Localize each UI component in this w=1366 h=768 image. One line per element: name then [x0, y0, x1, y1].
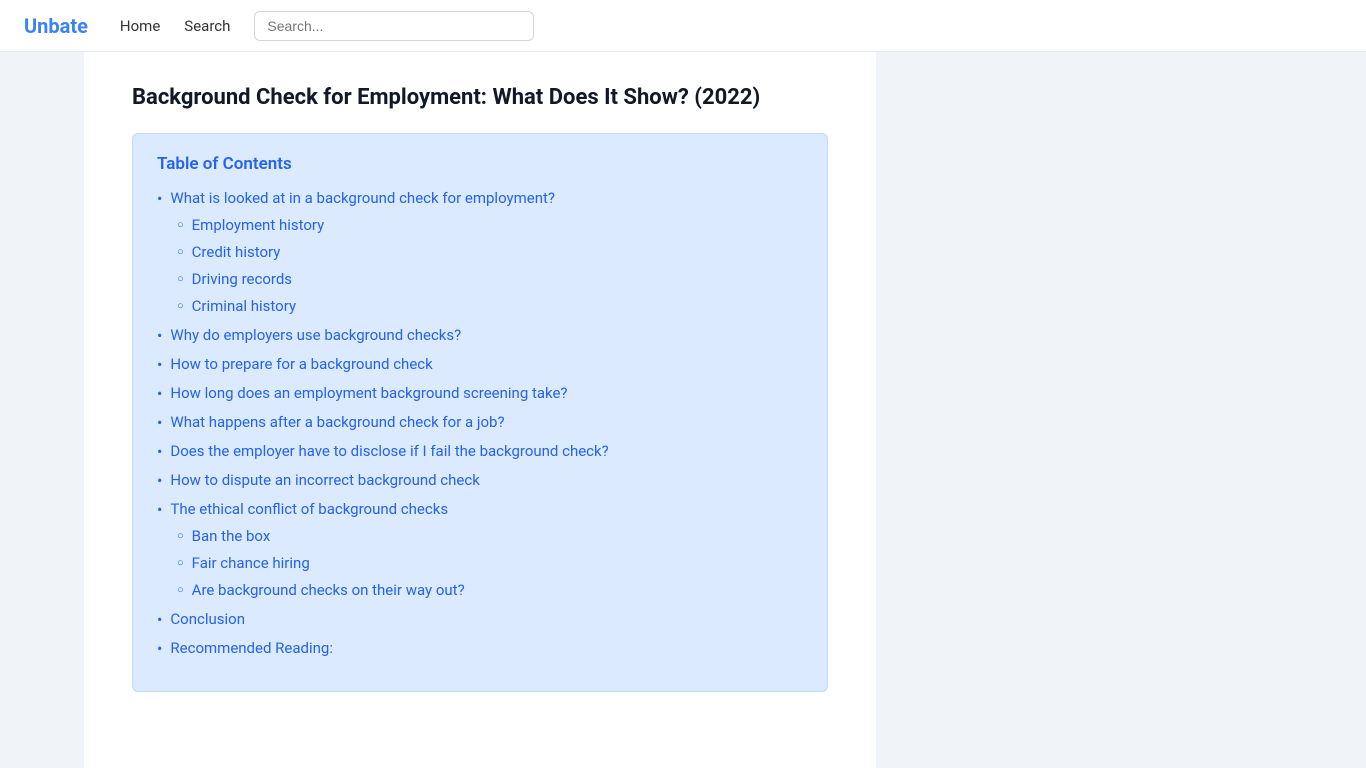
- list-item: ○ Employment history: [177, 215, 803, 236]
- bullet-icon: •: [157, 500, 162, 519]
- bullet-icon: ○: [177, 245, 184, 258]
- toc-link[interactable]: Criminal history: [192, 296, 296, 317]
- left-gutter: [0, 52, 84, 768]
- toc-link[interactable]: Does the employer have to disclose if I …: [170, 441, 608, 462]
- bullet-icon: •: [157, 639, 162, 658]
- search-input[interactable]: [254, 11, 534, 41]
- toc-link[interactable]: Credit history: [192, 242, 281, 263]
- list-item: • How to prepare for a background check: [157, 354, 803, 375]
- toc-link[interactable]: Fair chance hiring: [192, 553, 310, 574]
- main-content: Background Check for Employment: What Do…: [84, 52, 876, 768]
- table-of-contents: Table of Contents • What is looked at in…: [132, 133, 828, 692]
- list-item: ○ Credit history: [177, 242, 803, 263]
- bullet-icon: •: [157, 384, 162, 403]
- navbar: Unbate Home Search: [0, 0, 1366, 52]
- nav-links: Home Search: [120, 17, 230, 35]
- bullet-icon: •: [157, 471, 162, 490]
- page-title: Background Check for Employment: What Do…: [132, 84, 828, 113]
- list-item: ○ Fair chance hiring: [177, 553, 803, 574]
- list-item: • How long does an employment background…: [157, 383, 803, 404]
- bullet-icon: •: [157, 610, 162, 629]
- list-item: • The ethical conflict of background che…: [157, 499, 803, 601]
- list-item: • Recommended Reading:: [157, 638, 803, 659]
- bullet-icon: ○: [177, 529, 184, 542]
- bullet-icon: •: [157, 442, 162, 461]
- toc-heading: Table of Contents: [157, 154, 803, 174]
- list-item: • Does the employer have to disclose if …: [157, 441, 803, 462]
- toc-link[interactable]: How to dispute an incorrect background c…: [170, 470, 479, 491]
- page-layout: Background Check for Employment: What Do…: [0, 52, 1366, 768]
- list-item: • What is looked at in a background chec…: [157, 188, 803, 317]
- toc-link[interactable]: Recommended Reading:: [170, 638, 333, 659]
- toc-link[interactable]: What happens after a background check fo…: [170, 412, 504, 433]
- list-item: • Conclusion: [157, 609, 803, 630]
- toc-link[interactable]: Are background checks on their way out?: [192, 580, 465, 601]
- bullet-icon: ○: [177, 556, 184, 569]
- toc-link[interactable]: The ethical conflict of background check…: [170, 499, 448, 520]
- bullet-icon: •: [157, 326, 162, 345]
- toc-link[interactable]: Employment history: [192, 215, 325, 236]
- list-item: ○ Driving records: [177, 269, 803, 290]
- bullet-icon: •: [157, 413, 162, 432]
- nav-search[interactable]: Search: [184, 17, 230, 35]
- toc-list: • What is looked at in a background chec…: [157, 188, 803, 659]
- bullet-icon: ○: [177, 218, 184, 231]
- bullet-icon: •: [157, 189, 162, 208]
- list-item: ○ Are background checks on their way out…: [177, 580, 803, 601]
- bullet-icon: •: [157, 355, 162, 374]
- toc-sublist: ○ Employment history ○ Credit history: [177, 215, 803, 317]
- bullet-icon: ○: [177, 299, 184, 312]
- site-logo[interactable]: Unbate: [24, 14, 88, 38]
- toc-link[interactable]: Why do employers use background checks?: [170, 325, 461, 346]
- toc-sublist: ○ Ban the box ○ Fair chance hiring: [177, 526, 803, 601]
- toc-link[interactable]: Driving records: [192, 269, 292, 290]
- toc-link[interactable]: How to prepare for a background check: [170, 354, 432, 375]
- nav-home[interactable]: Home: [120, 17, 160, 35]
- toc-link[interactable]: Conclusion: [170, 609, 245, 630]
- toc-link[interactable]: Ban the box: [192, 526, 271, 547]
- bullet-icon: ○: [177, 272, 184, 285]
- list-item: ○ Criminal history: [177, 296, 803, 317]
- right-gutter: [876, 52, 1366, 768]
- list-item: ○ Ban the box: [177, 526, 803, 547]
- toc-link[interactable]: What is looked at in a background check …: [170, 188, 555, 209]
- list-item: • What happens after a background check …: [157, 412, 803, 433]
- bullet-icon: ○: [177, 583, 184, 596]
- list-item: • How to dispute an incorrect background…: [157, 470, 803, 491]
- toc-link[interactable]: How long does an employment background s…: [170, 383, 567, 404]
- list-item: • Why do employers use background checks…: [157, 325, 803, 346]
